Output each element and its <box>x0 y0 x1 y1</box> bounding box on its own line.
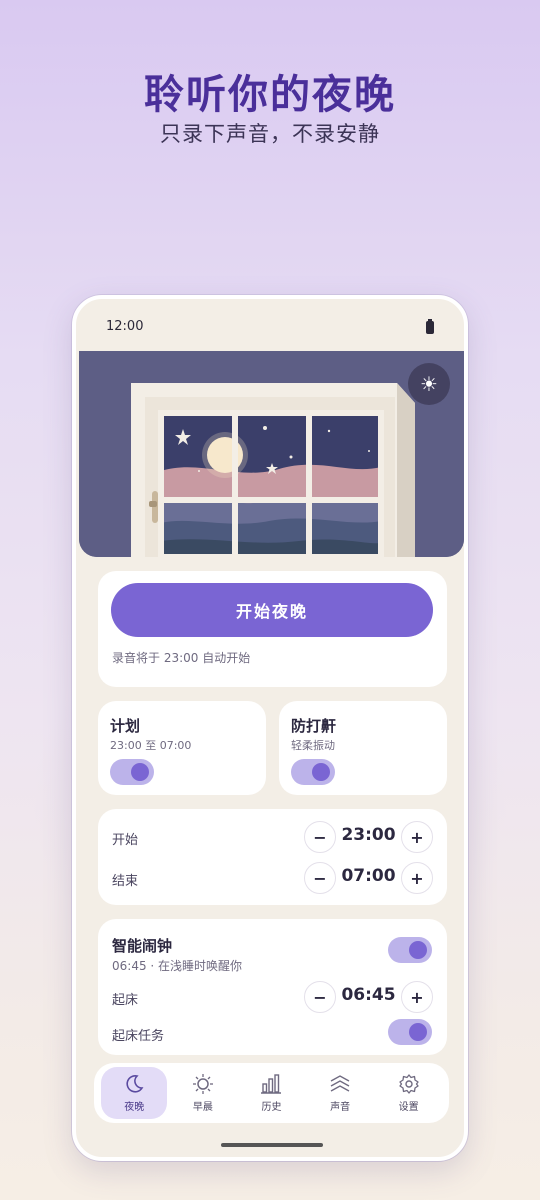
theme-toggle-button[interactable]: ☀ <box>408 363 450 405</box>
nav-item-night[interactable]: 夜晚 <box>101 1067 168 1119</box>
hero-title: 聆听你的夜晚 <box>144 72 396 118</box>
wake-time-increase-button[interactable]: + <box>401 981 433 1013</box>
plan-card: 计划 23:00 至 07:00 <box>98 701 266 795</box>
start-night-card: 开始夜晚 录音将于 23:00 自动开始 <box>98 571 447 687</box>
bar-chart-icon <box>260 1073 282 1095</box>
waves-icon <box>329 1073 351 1095</box>
anti-snore-subtitle: 轻柔振动 <box>291 739 335 752</box>
battery-icon <box>426 319 434 334</box>
wake-time-row: 起床 − 06:45 + <box>98 979 447 1015</box>
nav-item-sounds[interactable]: 声音 <box>307 1067 373 1119</box>
wake-time-label: 起床 <box>112 993 139 1008</box>
toggle-knob <box>312 763 330 781</box>
nav-label-night: 夜晚 <box>124 1102 145 1113</box>
nav-item-morning[interactable]: 早晨 <box>170 1067 236 1119</box>
toggle-knob <box>409 1023 427 1041</box>
nav-label-history: 历史 <box>261 1102 282 1113</box>
smart-alarm-title: 智能闹钟 <box>112 937 173 955</box>
phone-frame: 12:00 ☀ 开始夜晚 录音将于 23:00 自动开始 计划 23:00 至 … <box>72 295 468 1161</box>
anti-snore-title: 防打鼾 <box>291 717 337 735</box>
start-time-decrease-button[interactable]: − <box>304 821 336 853</box>
wake-task-label: 起床任务 <box>112 1029 165 1044</box>
wake-task-toggle[interactable] <box>388 1019 432 1045</box>
start-night-button[interactable]: 开始夜晚 <box>111 583 433 637</box>
status-bar: 12:00 <box>76 299 464 351</box>
schedule-card: 开始 − 23:00 + 结束 − 07:00 + <box>98 809 447 905</box>
nav-item-history[interactable]: 历史 <box>238 1067 304 1119</box>
smart-alarm-subtitle: 06:45 · 在浅睡时唤醒你 <box>112 959 243 973</box>
bottom-nav: 夜晚 早晨 历史 声音 设置 <box>94 1063 449 1123</box>
anti-snore-toggle[interactable] <box>291 759 335 785</box>
moon-icon <box>123 1073 145 1095</box>
plan-subtitle: 23:00 至 07:00 <box>110 739 192 752</box>
end-time-value: 07:00 <box>341 866 396 886</box>
start-time-value: 23:00 <box>341 825 396 845</box>
start-time-label: 开始 <box>112 833 139 848</box>
toggle-knob <box>131 763 149 781</box>
end-time-increase-button[interactable]: + <box>401 862 433 894</box>
nav-label-sounds: 声音 <box>330 1102 351 1113</box>
sun-icon <box>192 1073 214 1095</box>
auto-start-note: 录音将于 23:00 自动开始 <box>112 651 251 665</box>
start-time-increase-button[interactable]: + <box>401 821 433 853</box>
plan-title: 计划 <box>110 717 141 735</box>
plan-toggle[interactable] <box>110 759 154 785</box>
night-window-illustration <box>79 351 464 557</box>
gear-icon <box>398 1073 420 1095</box>
anti-snore-card: 防打鼾 轻柔振动 <box>279 701 447 795</box>
smart-alarm-card: 智能闹钟 06:45 · 在浅睡时唤醒你 起床 − 06:45 + 起床任务 <box>98 919 447 1055</box>
nav-label-morning: 早晨 <box>192 1102 213 1113</box>
end-time-decrease-button[interactable]: − <box>304 862 336 894</box>
nav-item-settings[interactable]: 设置 <box>376 1067 442 1119</box>
nav-label-settings: 设置 <box>398 1102 419 1113</box>
home-indicator[interactable] <box>221 1143 323 1147</box>
start-time-row: 开始 − 23:00 + <box>98 819 447 855</box>
end-time-row: 结束 − 07:00 + <box>98 860 447 896</box>
toggle-knob <box>409 941 427 959</box>
smart-alarm-toggle[interactable] <box>388 937 432 963</box>
wake-time-decrease-button[interactable]: − <box>304 981 336 1013</box>
wake-time-value: 06:45 <box>341 985 396 1005</box>
end-time-label: 结束 <box>112 874 139 889</box>
hero-subtitle: 只录下声音，不录安静 <box>160 122 380 146</box>
sun-icon: ☀ <box>420 372 438 396</box>
status-time: 12:00 <box>106 319 144 334</box>
